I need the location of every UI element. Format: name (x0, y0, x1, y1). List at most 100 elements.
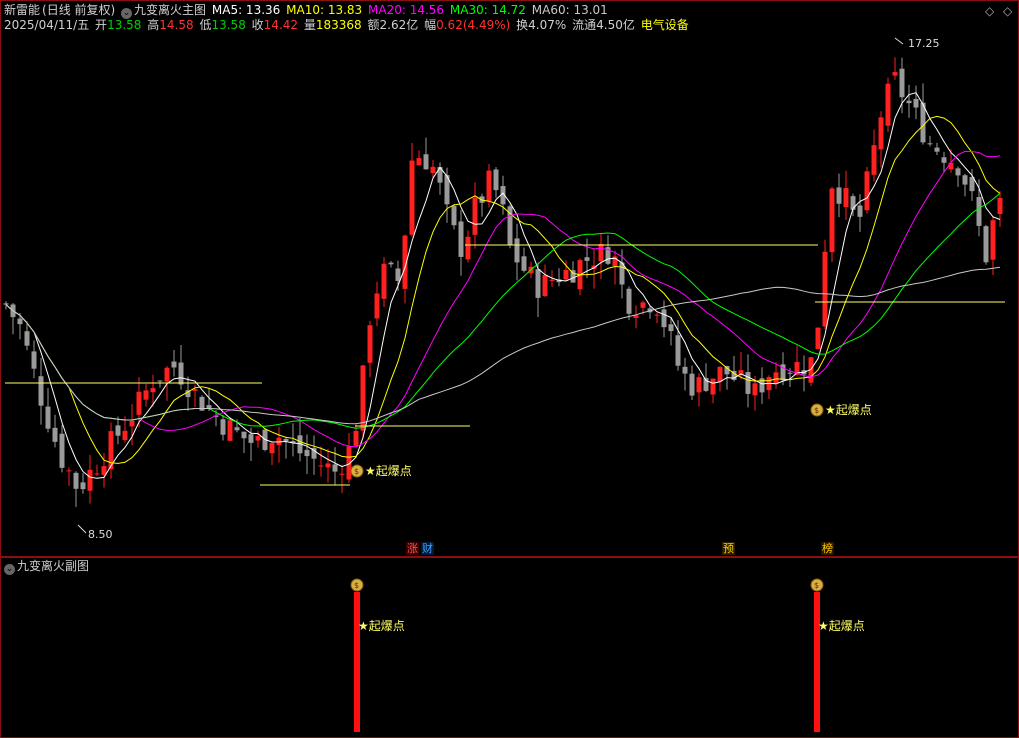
candle-body (717, 366, 723, 382)
candle-body (906, 100, 912, 104)
candle-body (948, 162, 954, 170)
candle-body (990, 220, 996, 260)
candle-body (227, 420, 233, 441)
candle-body (535, 269, 541, 298)
candle-body (563, 269, 569, 280)
low-price-label: 8.50 (88, 528, 113, 541)
candle-body (248, 434, 254, 443)
candle-body (549, 279, 555, 281)
tag-zhang[interactable]: 涨 (406, 542, 419, 555)
sub-chart-title[interactable]: 九变离火副图 (17, 559, 89, 573)
main-chart[interactable]: 8.50 17.25 $ ★起爆点 $ ★起爆点 $ ★起爆点 $ ★起爆点 (0, 0, 1019, 738)
candle-body (493, 169, 499, 191)
candle-body (171, 361, 177, 368)
candle-body (486, 170, 492, 201)
chevron-down-icon[interactable]: ⌄ (4, 564, 15, 575)
candle-body (829, 188, 835, 253)
candle-body (353, 430, 359, 446)
candle-body (997, 198, 1003, 214)
candle-body (864, 171, 870, 211)
candle-body (255, 436, 261, 441)
candle-body (80, 482, 86, 490)
candle-body (696, 377, 702, 393)
candle-body (409, 160, 415, 235)
ma5-line (5, 92, 1001, 479)
candle-body (17, 318, 23, 325)
candle-body (325, 463, 331, 468)
candle-body (787, 372, 793, 374)
candle-body (45, 406, 51, 429)
candle-body (283, 438, 289, 442)
candle-body (206, 405, 212, 409)
candle-body (129, 420, 135, 427)
tag-yu[interactable]: 预 (722, 542, 735, 555)
candle-body (388, 262, 394, 265)
candle-body (927, 143, 933, 145)
candle-body (514, 238, 520, 263)
candle-body (339, 473, 345, 475)
candle-body (122, 430, 128, 441)
money-bag-glyph: $ (354, 581, 359, 590)
candle-body (983, 226, 989, 263)
candle-body (871, 145, 877, 175)
candle-body (430, 166, 436, 173)
candle-body (94, 473, 100, 475)
ma30-line (5, 192, 1001, 429)
candle-body (360, 365, 366, 431)
candle-body (675, 335, 681, 366)
candle-body (745, 372, 751, 394)
candle-body (899, 68, 905, 98)
candle-body (955, 168, 961, 176)
candle-body (640, 302, 646, 308)
candle-body (941, 157, 947, 163)
candle-body (381, 263, 387, 299)
candle-body (668, 324, 674, 332)
candle-body (423, 154, 429, 170)
sub-signal-bar (814, 592, 820, 732)
candle-body (976, 197, 982, 226)
candle-body (458, 221, 464, 257)
candle-body (150, 388, 156, 393)
candle-body (136, 391, 142, 415)
candle-body (542, 275, 548, 296)
candle-body (689, 373, 695, 396)
candle-body (157, 380, 163, 382)
candle-body (241, 431, 247, 439)
candle-body (374, 293, 380, 319)
candle-body (31, 351, 37, 369)
candle-body (654, 314, 660, 316)
candle-body (304, 449, 310, 457)
explosion-point-label-2: ★起爆点 (825, 403, 872, 417)
candle-body (843, 187, 849, 208)
tag-bang[interactable]: 榜 (821, 542, 834, 555)
candle-body (521, 256, 527, 271)
candle-body (451, 205, 457, 226)
candle-body (416, 158, 422, 166)
candle-body (724, 366, 730, 375)
candle-body (395, 268, 401, 281)
money-bag-glyph: $ (814, 406, 819, 415)
candle-body (52, 427, 58, 442)
tag-cai[interactable]: 财 (421, 542, 434, 555)
candle-body (472, 197, 478, 235)
explosion-point-label-1: ★起爆点 (365, 464, 412, 478)
candle-body (87, 469, 93, 491)
candle-body (773, 372, 779, 384)
candle-body (682, 366, 688, 374)
candle-body (752, 383, 758, 396)
candle-body (885, 83, 891, 126)
candle-body (710, 378, 716, 395)
candle-body (962, 175, 968, 185)
candle-body (164, 367, 170, 382)
sub-explosion-label-2: ★起爆点 (818, 619, 865, 633)
sub-explosion-label-1: ★起爆点 (358, 619, 405, 633)
candle-body (59, 433, 65, 468)
candle-body (332, 464, 338, 472)
candle-body (143, 390, 149, 400)
candle-body (178, 362, 184, 385)
candle-body (24, 331, 30, 346)
candle-body (857, 205, 863, 217)
money-bag-glyph: $ (814, 581, 819, 590)
candle-body (220, 419, 226, 435)
candle-body (318, 465, 324, 467)
